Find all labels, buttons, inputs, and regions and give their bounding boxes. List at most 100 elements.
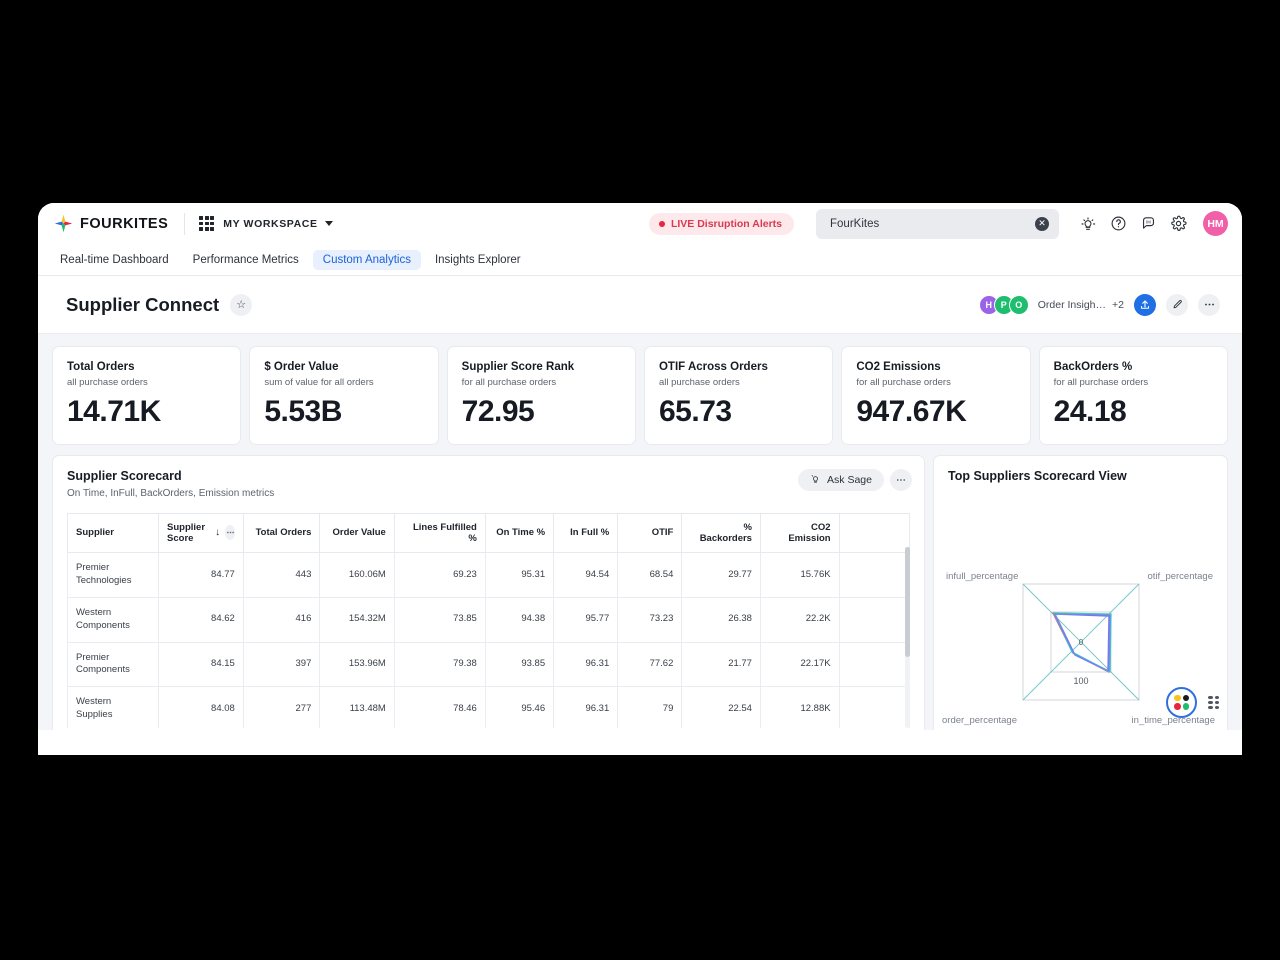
sort-descending-icon[interactable]: ↓ — [215, 527, 220, 539]
kpi-card-backorders-pct[interactable]: BackOrders % for all purchase orders 24.… — [1038, 346, 1228, 445]
kpi-value: 14.71K — [67, 395, 161, 428]
axis-label-order: order_percentage — [942, 714, 1017, 726]
axis-label-otif: otif_percentage — [1147, 570, 1214, 582]
global-search[interactable]: ✕ — [816, 208, 1059, 239]
live-disruption-alerts-badge[interactable]: LIVE Disruption Alerts — [648, 212, 794, 235]
cell-otif: 68.54 — [617, 552, 683, 598]
lightbulb-icon[interactable] — [1073, 209, 1103, 239]
ask-sage-label: Ask Sage — [827, 473, 872, 486]
kpi-subtitle: for all purchase orders — [856, 377, 951, 388]
table-row[interactable]: Western Components 84.62 416 154.32M 73.… — [67, 596, 910, 643]
cell-backorders: 21.77 — [681, 641, 761, 688]
axis-label-infull: infull_percentage — [946, 570, 1019, 582]
table-row[interactable]: Premier Components 84.15 397 153.96M 79.… — [67, 641, 910, 688]
kpi-card-otif-across-orders[interactable]: OTIF Across Orders all purchase orders 6… — [643, 346, 834, 445]
scorecard-actions: Ask Sage — [798, 468, 912, 491]
live-alerts-label: LIVE Disruption Alerts — [670, 217, 782, 230]
col-backorders-pct[interactable]: % Backorders — [681, 512, 761, 554]
scorecard-title: Supplier Scorecard — [67, 468, 182, 483]
chevron-down-icon — [324, 221, 333, 226]
brand-logo[interactable]: FOURKITES — [54, 214, 168, 233]
app-grid-icon[interactable] — [199, 216, 215, 231]
collaborator-avatars: H P O — [978, 294, 1029, 315]
kpi-value: 947.67K — [856, 395, 967, 428]
kpi-title: CO2 Emissions — [856, 361, 941, 373]
col-otif[interactable]: OTIF — [617, 512, 683, 554]
dashboard-title-row: Supplier Connect ☆ H P O Order Insigh… +… — [38, 276, 1242, 334]
share-target-label: Order Insigh… — [1037, 298, 1107, 311]
col-co2-emission[interactable]: CO2 Emission — [759, 512, 840, 554]
cell-in-full: 94.54 — [553, 552, 619, 598]
fourkites-star-icon — [54, 214, 73, 233]
lower-panels: Supplier Scorecard On Time, InFull, Back… — [38, 454, 1242, 730]
cell-supplier: Western Supplies — [67, 686, 160, 728]
cell-total-orders: 277 — [242, 686, 321, 728]
screen: FOURKITES MY WORKSPACE LIVE Disruption A… — [0, 0, 1280, 960]
kpi-title: OTIF Across Orders — [658, 361, 768, 373]
topbar-divider — [184, 212, 186, 235]
col-on-time[interactable]: On Time % — [484, 512, 555, 554]
cell-supplier: Western Components — [67, 596, 160, 643]
user-avatar[interactable]: HM — [1203, 211, 1228, 236]
workspace-label: MY WORKSPACE — [223, 217, 318, 230]
table-row[interactable]: Premier Technologies 84.77 443 160.06M 6… — [67, 552, 910, 598]
drag-handle-icon[interactable] — [1208, 695, 1219, 710]
column-menu-icon[interactable] — [225, 525, 235, 541]
col-in-full[interactable]: In Full % — [553, 512, 619, 554]
kpi-card-total-orders[interactable]: Total Orders all purchase orders 14.71K — [52, 346, 242, 445]
kpi-subtitle: all purchase orders — [658, 377, 740, 388]
kpi-value: 65.73 — [658, 395, 732, 428]
pencil-icon[interactable] — [1166, 293, 1188, 316]
cell-lines-fulfilled: 78.46 — [393, 686, 486, 728]
global-topbar: FOURKITES MY WORKSPACE LIVE Disruption A… — [38, 203, 1242, 244]
ask-sage-button[interactable]: Ask Sage — [798, 468, 884, 491]
workspace-selector[interactable]: MY WORKSPACE — [223, 217, 333, 230]
table-scrollbar-thumb[interactable] — [905, 546, 910, 657]
more-horizontal-icon[interactable] — [1198, 293, 1220, 316]
cell-otif: 77.62 — [617, 641, 683, 688]
live-dot-icon — [658, 220, 665, 227]
scorecard-header: Supplier Scorecard On Time, InFull, Back… — [53, 456, 924, 499]
page-title: Supplier Connect — [66, 293, 220, 315]
cell-co2: 15.76K — [759, 552, 840, 598]
col-lines-fulfilled[interactable]: Lines Fulfilled % — [393, 512, 486, 554]
cell-lines-fulfilled: 79.38 — [393, 641, 486, 688]
tab-custom-analytics[interactable]: Custom Analytics — [312, 249, 421, 270]
tab-insights-explorer[interactable]: Insights Explorer — [425, 250, 531, 270]
chat-im-icon[interactable]: IM — [1133, 209, 1163, 239]
more-horizontal-icon[interactable] — [890, 468, 912, 491]
kpi-card-co2-emissions[interactable]: CO2 Emissions for all purchase orders 94… — [841, 346, 1031, 445]
cell-total-orders: 416 — [242, 596, 321, 643]
cell-co2: 12.88K — [759, 686, 840, 728]
kpi-card-supplier-score-rank[interactable]: Supplier Score Rank for all purchase ord… — [446, 346, 636, 445]
cell-otif: 79 — [617, 686, 683, 728]
col-supplier-score[interactable]: Supplier Score ↓ — [158, 512, 244, 554]
dashboard-actions: H P O Order Insigh… +2 — [978, 293, 1220, 316]
col-total-orders[interactable]: Total Orders — [242, 512, 321, 554]
svg-text:100: 100 — [1073, 676, 1088, 686]
cell-supplier: Premier Technologies — [67, 552, 160, 598]
gear-icon[interactable] — [1163, 209, 1193, 239]
tab-real-time-dashboard[interactable]: Real-time Dashboard — [50, 250, 179, 270]
col-supplier[interactable]: Supplier — [67, 512, 160, 554]
kpi-title: Supplier Score Rank — [461, 361, 575, 373]
supplier-scorecard-table: Supplier Supplier Score ↓ Total Orders O… — [67, 512, 910, 728]
tab-performance-metrics[interactable]: Performance Metrics — [183, 250, 309, 270]
cell-lines-fulfilled: 73.85 — [393, 596, 486, 643]
topbar-right-group: LIVE Disruption Alerts ✕ — [648, 208, 1228, 239]
col-order-value[interactable]: Order Value — [319, 512, 395, 554]
search-input[interactable] — [830, 217, 1027, 230]
cell-order-value: 113.48M — [319, 686, 395, 728]
avatar[interactable]: O — [1008, 294, 1029, 315]
clear-search-icon[interactable]: ✕ — [1035, 216, 1049, 231]
star-outline-icon[interactable]: ☆ — [230, 293, 253, 316]
table-row[interactable]: Western Supplies 84.08 277 113.48M 78.46… — [67, 686, 910, 728]
cell-in-full: 96.31 — [553, 641, 619, 688]
help-circle-icon[interactable] — [1103, 209, 1133, 239]
share-upload-icon[interactable] — [1134, 293, 1156, 316]
kpi-card-order-value[interactable]: $ Order Value sum of value for all order… — [249, 346, 439, 445]
cell-backorders: 26.38 — [681, 596, 761, 643]
cell-in-full: 96.31 — [553, 686, 619, 728]
color-palette-icon[interactable] — [1166, 686, 1197, 718]
scorecard-table-wrapper: Supplier Supplier Score ↓ Total Orders O… — [67, 512, 910, 728]
